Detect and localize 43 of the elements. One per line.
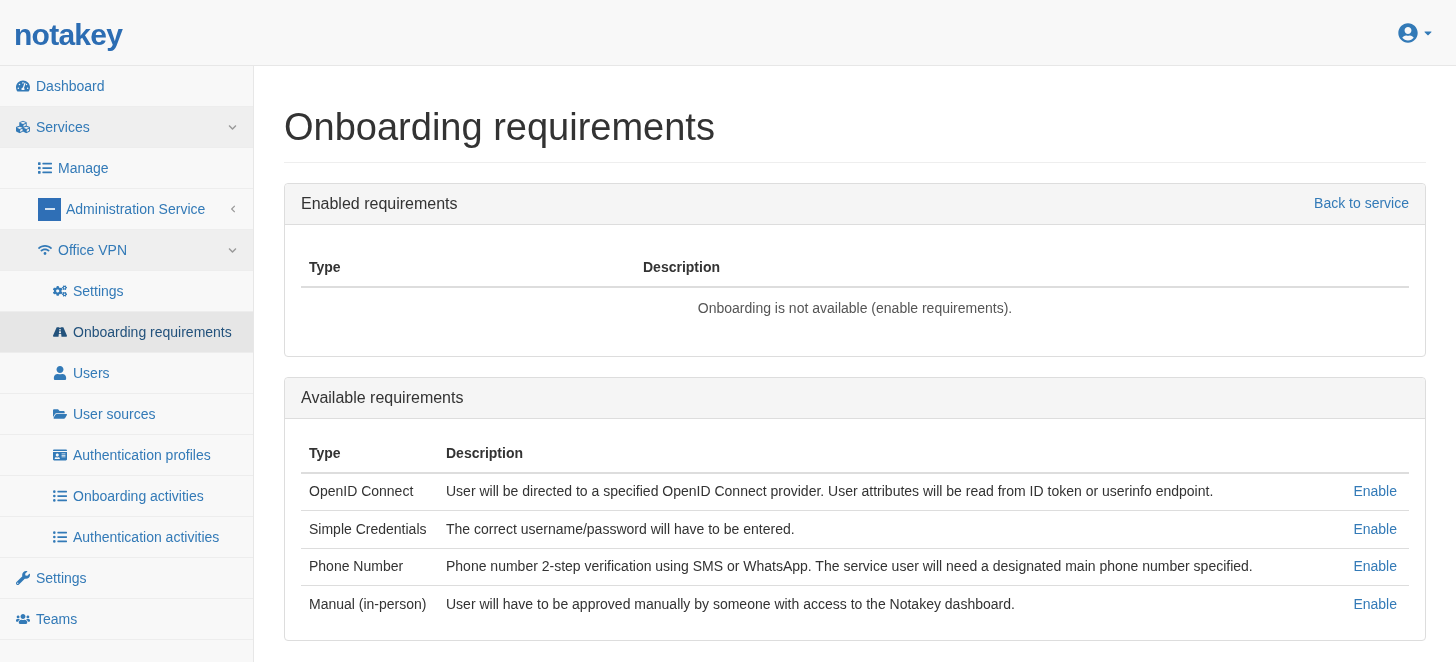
- chevron-left-icon: [229, 205, 237, 213]
- sidebar-item[interactable]: Office VPN: [0, 230, 253, 271]
- table-cell-text: OpenID Connect: [308, 482, 415, 502]
- users-icon: [16, 612, 30, 626]
- table-cell-text: Simple Credentials: [308, 519, 428, 539]
- sidebar-item[interactable]: Services: [0, 107, 253, 148]
- column-header: Type: [308, 443, 342, 463]
- column-header: Description: [446, 443, 523, 463]
- user-icon: [53, 366, 67, 380]
- wrench-icon: [16, 571, 30, 585]
- list-icon: [38, 161, 52, 175]
- empty-message: Onboarding is not available (enable requirements).: [697, 299, 1013, 316]
- panel-title: Enabled requirements: [301, 193, 458, 214]
- wifi-icon: [38, 243, 52, 257]
- folder-icon: [53, 407, 67, 421]
- column-header: Description: [643, 257, 720, 277]
- service-logo-icon: [38, 197, 61, 221]
- table-cell-text: Phone Number: [308, 557, 405, 577]
- chevron-down-icon: [228, 245, 237, 255]
- enable-link[interactable]: Enable: [1353, 556, 1409, 578]
- road-icon: [53, 325, 67, 339]
- page-title: Onboarding requirements: [284, 104, 1426, 163]
- table-cell-text: User will have to be approved manually by someone with access to the Notakey dashboard.: [446, 595, 1016, 615]
- cubes-icon: [16, 120, 30, 134]
- enable-link[interactable]: Enable: [1353, 594, 1409, 616]
- table-cell-text: Phone number 2-step verification using SMS or WhatsApp. The service user will need a designated main phone number specified.: [446, 557, 1254, 577]
- gears-icon: [53, 284, 67, 298]
- back-link[interactable]: Back to service: [1314, 193, 1409, 214]
- enable-link[interactable]: Enable: [1353, 481, 1409, 503]
- dashboard-icon: [16, 79, 30, 93]
- sidebar-item[interactable]: Onboarding requirements: [0, 312, 253, 353]
- column-header: Type: [308, 257, 342, 277]
- user-icon: [1398, 22, 1418, 43]
- brand-logo[interactable]: notakey: [14, 8, 123, 57]
- enable-link[interactable]: Enable: [1353, 518, 1409, 540]
- table-cell-text: Manual (in-person): [308, 595, 428, 615]
- table-cell-text: The correct username/password will have to be entered.: [446, 519, 796, 539]
- chevron-down-icon: [228, 122, 237, 132]
- list-icon: [53, 530, 67, 544]
- panel-title: Available requirements: [301, 387, 464, 408]
- list-icon: [53, 489, 67, 503]
- id-card-icon: [53, 448, 67, 462]
- table-cell-text: User will be directed to a specified OpenID Connect provider. User attributes will be read from ID token or userinfo endpoint.: [446, 482, 1215, 502]
